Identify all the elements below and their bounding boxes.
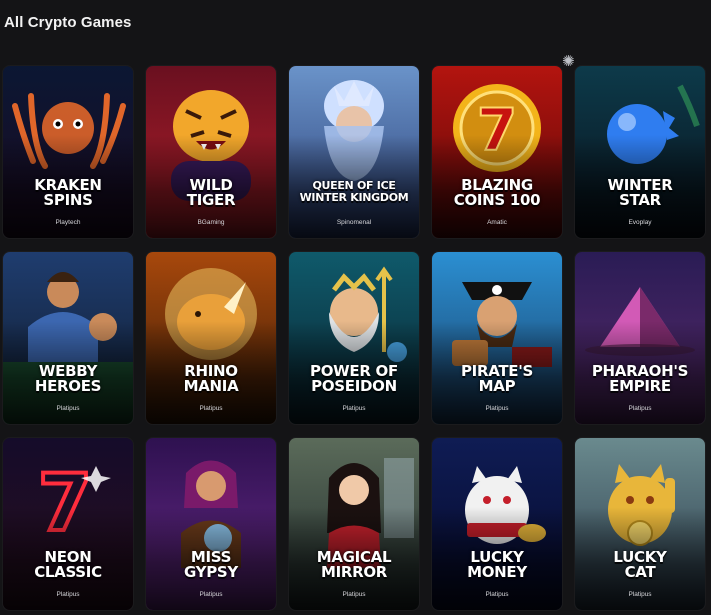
game-provider: Platipus bbox=[56, 591, 80, 598]
game-card[interactable]: MISS GYPSY Platipus bbox=[146, 438, 276, 610]
game-provider: Platipus bbox=[342, 405, 366, 412]
game-title: NEON CLASSIC bbox=[7, 550, 129, 580]
game-card[interactable]: PHARAOH'S EMPIRE Platipus bbox=[575, 252, 705, 424]
game-card[interactable]: 7 NEON CLASSIC Platipus bbox=[3, 438, 133, 610]
game-card[interactable]: QUEEN OF ICE WINTER KINGDOM Spinomenal bbox=[289, 66, 419, 238]
game-provider: Playtech bbox=[55, 219, 81, 226]
game-title: WINTER STAR bbox=[579, 178, 701, 208]
game-provider: Amatic bbox=[487, 219, 507, 226]
game-provider: Platipus bbox=[485, 405, 509, 412]
game-title-line2: CAT bbox=[624, 563, 656, 581]
game-title: BLAZING COINS 100 bbox=[436, 178, 558, 208]
game-card[interactable]: PIRATE'S MAP Platipus bbox=[432, 252, 562, 424]
game-title-line2: MIRROR bbox=[320, 563, 388, 581]
game-title-line2: CLASSIC bbox=[34, 563, 102, 581]
game-provider: Platipus bbox=[56, 405, 80, 412]
game-title: PHARAOH'S EMPIRE bbox=[579, 364, 701, 394]
game-title-line2: TIGER bbox=[186, 191, 236, 209]
game-provider: Platipus bbox=[199, 591, 223, 598]
game-title: RHINO MANIA bbox=[150, 364, 272, 394]
game-title-line2: MANIA bbox=[183, 377, 239, 395]
game-provider: Platipus bbox=[628, 405, 652, 412]
game-title: WILD TIGER bbox=[150, 178, 272, 208]
game-provider: Spinomenal bbox=[336, 219, 372, 226]
game-title: MISS GYPSY bbox=[150, 550, 272, 580]
game-card[interactable]: KRAKEN SPINS Playtech bbox=[3, 66, 133, 238]
game-provider: Evoplay bbox=[628, 219, 652, 226]
game-title-line2: WINTER KINGDOM bbox=[299, 191, 409, 204]
game-card[interactable]: RHINO MANIA Platipus bbox=[146, 252, 276, 424]
game-title: POWER OF POSEIDON bbox=[293, 364, 415, 394]
games-grid: KRAKENSPINS Playtech WILDTIGER BGaming bbox=[2, 66, 708, 615]
game-card[interactable]: 7 BLAZING COINS 100 Amatic bbox=[432, 66, 562, 238]
game-title-line2: COINS 100 bbox=[453, 191, 541, 209]
game-provider: Platipus bbox=[199, 405, 223, 412]
game-title-line2: MONEY bbox=[467, 563, 527, 581]
game-title-line2: POSEIDON bbox=[311, 377, 397, 395]
game-card[interactable]: POWER OF POSEIDON Platipus bbox=[289, 252, 419, 424]
page-title: All Crypto Games bbox=[4, 14, 132, 31]
game-title: WEBBY HEROES bbox=[7, 364, 129, 394]
game-provider: Platipus bbox=[485, 591, 509, 598]
game-provider: BGaming bbox=[197, 219, 225, 226]
game-card[interactable]: MAGICAL MIRROR Platipus bbox=[289, 438, 419, 610]
game-card[interactable]: WINTER STAR Evoplay bbox=[575, 66, 705, 238]
game-title: PIRATE'S MAP bbox=[436, 364, 558, 394]
game-title-line2: MAP bbox=[478, 377, 516, 395]
game-title-line2: STAR bbox=[619, 191, 661, 209]
game-provider: Platipus bbox=[342, 591, 366, 598]
game-title-line2: GYPSY bbox=[183, 563, 238, 581]
game-provider: Platipus bbox=[628, 591, 652, 598]
game-title-line2: SPINS bbox=[43, 191, 93, 209]
game-title: LUCKY CAT bbox=[579, 550, 701, 580]
game-title-line2: HEROES bbox=[34, 377, 102, 395]
game-card[interactable]: LUCKY CAT Platipus bbox=[575, 438, 705, 610]
game-title-line2: EMPIRE bbox=[609, 377, 671, 395]
game-title: MAGICAL MIRROR bbox=[293, 550, 415, 580]
game-title: QUEEN OF ICE WINTER KINGDOM bbox=[293, 180, 415, 204]
game-card[interactable]: WEBBY HEROES Platipus bbox=[3, 252, 133, 424]
game-title: KRAKEN SPINS bbox=[7, 178, 129, 208]
game-card[interactable]: WILD TIGER BGaming bbox=[146, 66, 276, 238]
game-card[interactable]: LUCKY MONEY Platipus bbox=[432, 438, 562, 610]
game-title: LUCKY MONEY bbox=[436, 550, 558, 580]
